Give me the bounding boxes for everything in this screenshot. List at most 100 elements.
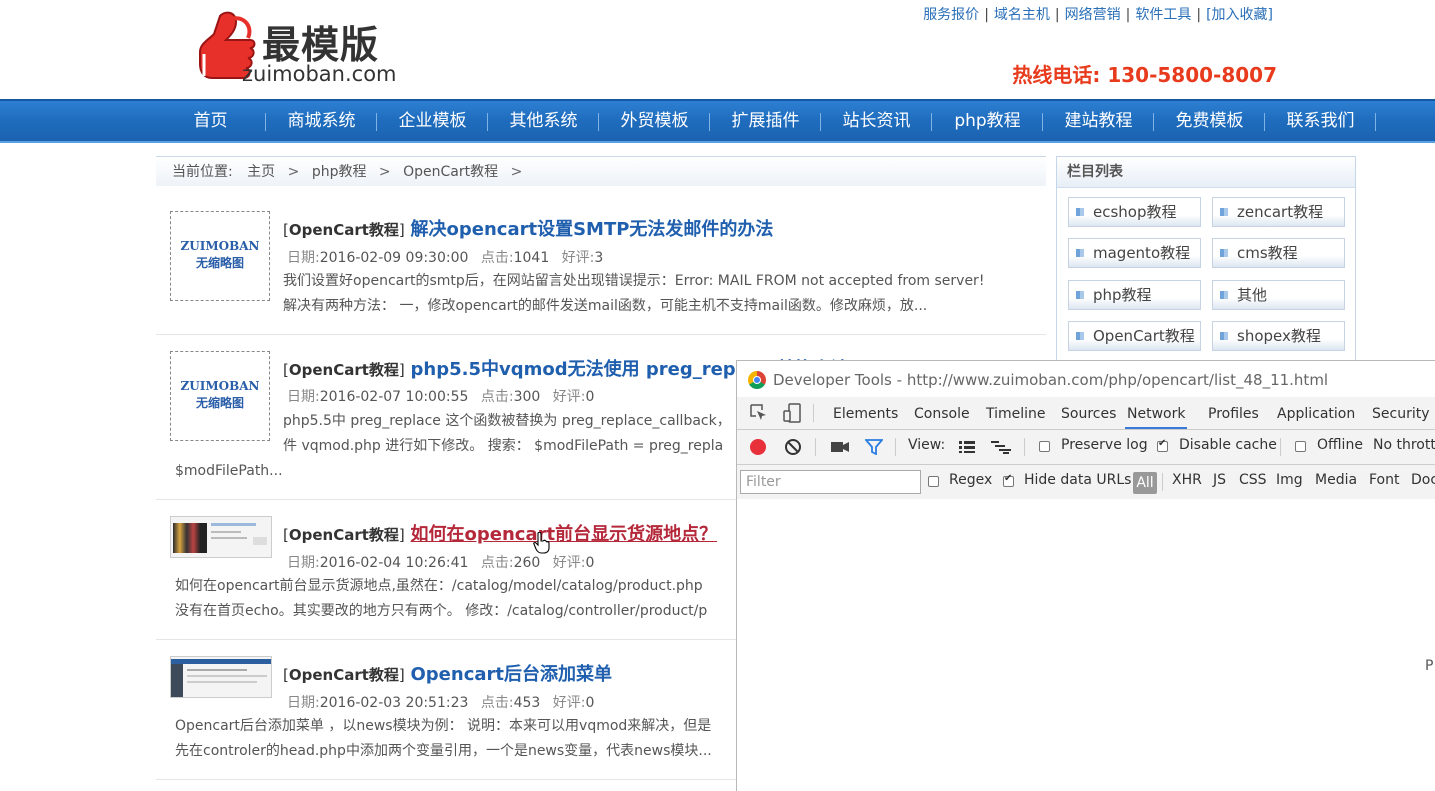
top-link-marketing[interactable]: 网络营销 [1065,7,1121,23]
throttling-select[interactable]: No thrott [1373,437,1435,453]
tab-profiles[interactable]: Profiles [1208,397,1259,429]
square-bullet-icon [1220,249,1228,257]
breadcrumb-php[interactable]: php教程 [312,164,367,180]
filter-type-font[interactable]: Font [1369,472,1399,488]
article-date: 2016-02-07 10:00:55 [319,389,469,405]
inspect-element-icon[interactable] [750,404,768,422]
video-camera-icon[interactable] [830,440,850,454]
article-thumbnail-placeholder[interactable]: ZUIMOBAN 无缩略图 [170,351,270,441]
filter-type-js[interactable]: JS [1213,472,1226,488]
nav-item-site-tutorial[interactable]: 建站教程 [1043,101,1154,141]
disable-cache-checkbox[interactable] [1157,438,1168,452]
list-view-icon[interactable] [958,440,976,454]
view-label: View: [908,437,946,453]
article-description: php5.5中 preg_replace 这个函数被替换为 preg_repla… [283,413,731,454]
device-toolbar-icon[interactable] [782,403,802,423]
article-rating: 0 [585,555,595,571]
sidebar-item-magento[interactable]: magento教程 [1068,238,1201,268]
square-bullet-icon [1076,208,1084,216]
nav-item-enterprise-templates[interactable]: 企业模板 [377,101,488,141]
article-thumbnail-image[interactable] [170,656,272,698]
article-title-link[interactable]: Opencart后台添加菜单 [411,664,613,685]
article-title-link[interactable]: 解决opencart设置SMTP无法发邮件的办法 [411,219,774,240]
nav-item-free-templates[interactable]: 免费模板 [1154,101,1265,141]
devtools-title-bar[interactable]: Developer Tools - http://www.zuimoban.co… [737,361,1435,397]
nav-item-home[interactable]: 首页 [155,101,266,141]
sidebar-item-ecshop[interactable]: ecshop教程 [1068,197,1201,227]
nav-item-foreign-trade[interactable]: 外贸模板 [599,101,710,141]
article-thumbnail-placeholder[interactable]: ZUIMOBAN 无缩略图 [170,211,270,301]
nav-item-php-tutorial[interactable]: php教程 [932,101,1043,141]
article-meta: 日期:2016-02-09 09:30:00 点击:1041 好评:3 [287,250,604,266]
nav-item-shop-system[interactable]: 商城系统 [266,101,377,141]
top-link-favorite[interactable]: [加入收藏] [1206,7,1273,23]
top-link-pricing[interactable]: 服务报价 [923,7,979,23]
offline-checkbox[interactable] [1295,441,1306,452]
article-category[interactable]: [OpenCart教程] [283,221,405,239]
top-link-domain-hosting[interactable]: 域名主机 [994,7,1050,23]
chrome-icon [748,371,766,389]
breadcrumb-opencart[interactable]: OpenCart教程 [403,164,498,180]
article-rating: 0 [585,389,595,405]
tab-sources[interactable]: Sources [1061,397,1116,429]
hide-data-urls-checkbox[interactable] [1003,473,1014,487]
nav-item-plugins[interactable]: 扩展插件 [710,101,821,141]
nav-item-webmaster-news[interactable]: 站长资讯 [821,101,932,141]
nav-item-other-systems[interactable]: 其他系统 [488,101,599,141]
tab-network[interactable]: Network [1125,397,1188,429]
article-clicks: 1041 [513,250,550,266]
disable-cache-label: Disable cache [1179,437,1277,453]
square-bullet-icon [1220,291,1228,299]
article-item: ZUIMOBAN 无缩略图 [OpenCart教程] 解决opencart设置S… [156,196,1046,335]
sidebar-title: 栏目列表 [1057,157,1355,188]
offline-label: Offline [1317,437,1363,453]
nav-item-contact[interactable]: 联系我们 [1265,101,1376,141]
article-rating: 3 [594,250,604,266]
filter-type-css[interactable]: CSS [1239,472,1267,488]
filter-funnel-icon[interactable] [865,439,883,455]
regex-checkbox[interactable] [928,476,939,487]
top-link-software[interactable]: 软件工具 [1135,7,1191,23]
filter-type-img[interactable]: Img [1276,472,1303,488]
tab-elements[interactable]: Elements [833,397,898,429]
square-bullet-icon [1076,249,1084,257]
logo-text-en: zuimoban.com [242,62,397,86]
article-clicks: 300 [513,389,541,405]
sidebar-item-cms[interactable]: cms教程 [1212,238,1345,268]
waterfall-view-icon[interactable] [990,440,1012,454]
preserve-log-checkbox[interactable] [1039,441,1050,452]
article-category[interactable]: [OpenCart教程] [283,666,405,684]
regex-label: Regex [949,472,993,488]
article-meta: 日期:2016-02-03 20:51:23 点击:453 好评:0 [287,695,595,711]
tab-console[interactable]: Console [914,397,970,429]
sidebar-item-php[interactable]: php教程 [1068,280,1201,310]
article-rating: 0 [585,695,595,711]
sidebar-item-zencart[interactable]: zencart教程 [1212,197,1345,227]
top-links: 服务报价 | 域名主机 | 网络营销 | 软件工具 | [加入收藏] [923,7,1273,23]
article-description-overflow: $modFilePath... [175,463,283,479]
tab-security[interactable]: Security [1372,397,1430,429]
clear-icon[interactable] [784,438,802,456]
breadcrumb-home[interactable]: 主页 [247,164,275,180]
article-title-link[interactable]: 如何在opencart前台显示货源地点？ [411,524,718,545]
sidebar-item-opencart[interactable]: OpenCart教程 [1068,321,1201,351]
article-category[interactable]: [OpenCart教程] [283,526,405,544]
article-thumbnail-image[interactable] [170,516,272,558]
devtools-title: Developer Tools - http://www.zuimoban.co… [773,371,1329,389]
article-date: 2016-02-09 09:30:00 [319,250,469,266]
network-request-list[interactable]: P [737,499,1435,791]
filter-type-doc[interactable]: Doc [1411,472,1435,488]
sidebar-item-shopex[interactable]: shopex教程 [1212,321,1345,351]
hide-data-urls-label: Hide data URLs [1024,472,1132,488]
tab-timeline[interactable]: Timeline [986,397,1046,429]
tab-application[interactable]: Application [1277,397,1355,429]
sidebar-item-other[interactable]: 其他 [1212,280,1345,310]
filter-type-media[interactable]: Media [1315,472,1357,488]
article-meta: 日期:2016-02-07 10:00:55 点击:300 好评:0 [287,389,595,405]
record-icon[interactable] [750,439,766,455]
article-category[interactable]: [OpenCart教程] [283,361,405,379]
filter-type-xhr[interactable]: XHR [1172,472,1202,488]
filter-type-all[interactable]: All [1133,472,1157,494]
site-logo[interactable]: 最模版 zuimoban.com [190,8,430,90]
filter-input[interactable]: Filter [740,470,921,494]
